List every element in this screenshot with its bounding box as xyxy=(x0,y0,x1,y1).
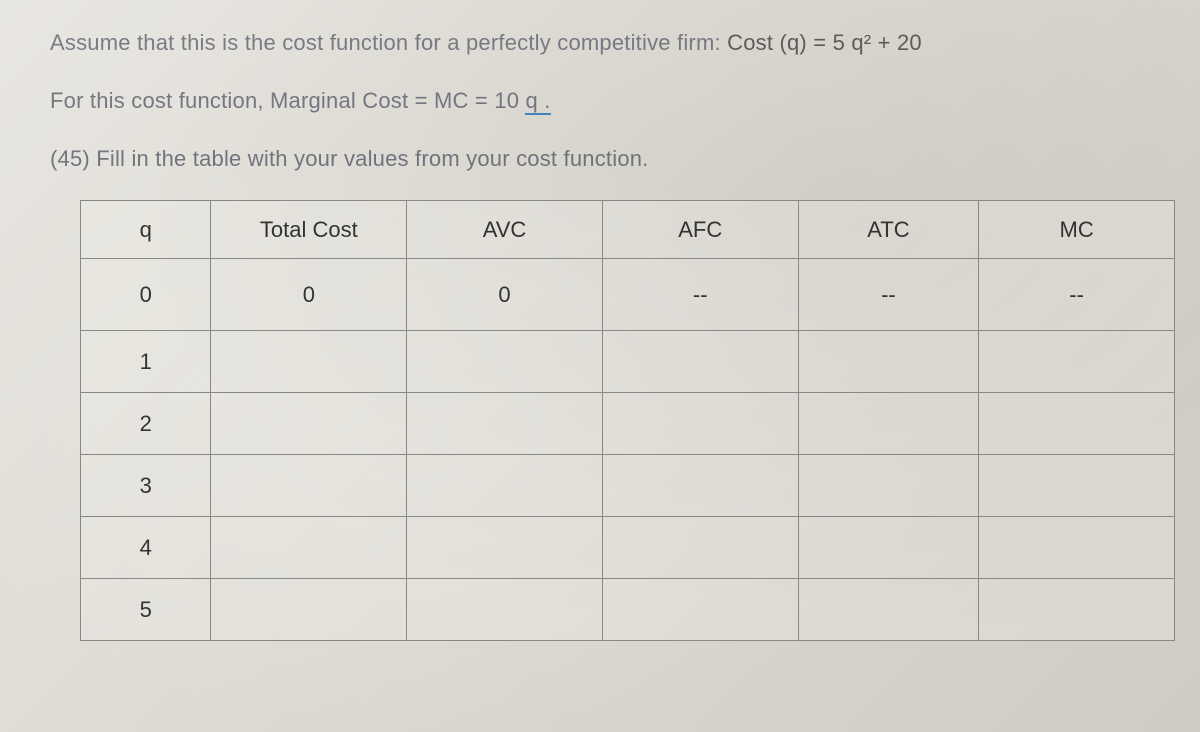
cell-atc: -- xyxy=(798,259,979,331)
table-row: 5 xyxy=(81,579,1175,641)
cell-mc xyxy=(979,331,1175,393)
cell-afc xyxy=(602,393,798,455)
cell-total-cost xyxy=(211,579,407,641)
mc-formula-q: q . xyxy=(525,88,550,115)
cell-atc xyxy=(798,517,979,579)
header-atc: ATC xyxy=(798,201,979,259)
cell-avc xyxy=(407,393,603,455)
cell-afc xyxy=(602,455,798,517)
instruction-line-3: (45) Fill in the table with your values … xyxy=(50,146,1150,172)
table-header-row: q Total Cost AVC AFC ATC MC xyxy=(81,201,1175,259)
cell-total-cost xyxy=(211,393,407,455)
cell-avc xyxy=(407,517,603,579)
instruction-2-prefix: For this cost function, Marginal Cost = … xyxy=(50,88,525,113)
cost-function-formula: Cost (q) = 5 q² + 20 xyxy=(727,30,922,55)
cell-total-cost xyxy=(211,517,407,579)
cell-mc xyxy=(979,455,1175,517)
cell-q: 4 xyxy=(81,517,211,579)
cell-mc: -- xyxy=(979,259,1175,331)
cell-q: 3 xyxy=(81,455,211,517)
cell-atc xyxy=(798,455,979,517)
cell-mc xyxy=(979,393,1175,455)
cell-total-cost: 0 xyxy=(211,259,407,331)
table-row: 0 0 0 -- -- -- xyxy=(81,259,1175,331)
cell-avc xyxy=(407,579,603,641)
header-q: q xyxy=(81,201,211,259)
cell-total-cost xyxy=(211,455,407,517)
table-row: 1 xyxy=(81,331,1175,393)
cell-avc xyxy=(407,331,603,393)
cell-atc xyxy=(798,579,979,641)
cell-total-cost xyxy=(211,331,407,393)
header-total-cost: Total Cost xyxy=(211,201,407,259)
cell-mc xyxy=(979,579,1175,641)
cell-q: 1 xyxy=(81,331,211,393)
cell-afc xyxy=(602,579,798,641)
cell-avc xyxy=(407,455,603,517)
cell-atc xyxy=(798,393,979,455)
header-afc: AFC xyxy=(602,201,798,259)
cell-q: 2 xyxy=(81,393,211,455)
cell-afc xyxy=(602,331,798,393)
cell-atc xyxy=(798,331,979,393)
cell-q: 0 xyxy=(81,259,211,331)
instruction-1-prefix: Assume that this is the cost function fo… xyxy=(50,30,727,55)
instruction-line-2: For this cost function, Marginal Cost = … xyxy=(50,88,1150,114)
instruction-line-1: Assume that this is the cost function fo… xyxy=(50,30,1150,56)
cell-mc xyxy=(979,517,1175,579)
cell-avc: 0 xyxy=(407,259,603,331)
table-row: 2 xyxy=(81,393,1175,455)
header-mc: MC xyxy=(979,201,1175,259)
table-row: 3 xyxy=(81,455,1175,517)
cell-afc xyxy=(602,517,798,579)
header-avc: AVC xyxy=(407,201,603,259)
table-row: 4 xyxy=(81,517,1175,579)
cell-afc: -- xyxy=(602,259,798,331)
cost-table: q Total Cost AVC AFC ATC MC 0 0 0 -- -- … xyxy=(80,200,1175,641)
cell-q: 5 xyxy=(81,579,211,641)
